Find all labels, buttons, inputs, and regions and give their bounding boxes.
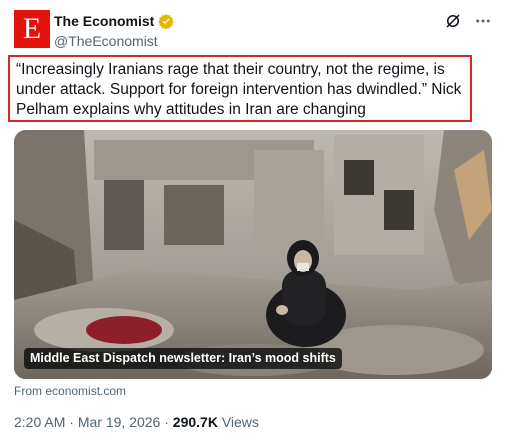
tweet-date[interactable]: Mar 19, 2026 <box>78 414 161 430</box>
views-label: Views <box>217 414 259 430</box>
tweet-header: E The Economist @TheEconomist <box>14 10 494 50</box>
source-prefix: From <box>14 384 46 398</box>
media-caption: Middle East Dispatch newsletter: Iran’s … <box>24 348 342 369</box>
meta-separator: · <box>160 414 173 430</box>
tweet-media[interactable]: Middle East Dispatch newsletter: Iran’s … <box>14 130 492 379</box>
tweet-text: “Increasingly Iranians rage that their c… <box>8 55 472 122</box>
link-source[interactable]: From economist.com <box>14 384 126 398</box>
avatar[interactable]: E <box>14 10 50 48</box>
tweet-time[interactable]: 2:20 AM <box>14 414 65 430</box>
source-domain[interactable]: economist.com <box>45 384 126 398</box>
author-handle[interactable]: @TheEconomist <box>54 32 174 50</box>
avatar-letter: E <box>22 12 42 45</box>
author-name-row[interactable]: The Economist <box>54 12 175 30</box>
tweet-meta: 2:20 AM · Mar 19, 2026 · 290.7K Views <box>14 412 259 432</box>
grok-icon[interactable] <box>444 12 462 30</box>
meta-separator: · <box>65 414 78 430</box>
display-name[interactable]: The Economist <box>54 12 154 30</box>
tweet-card: E The Economist @TheEconomist “Increasin… <box>0 0 508 445</box>
author-info: The Economist @TheEconomist <box>54 12 175 50</box>
media-photo <box>14 130 492 379</box>
views-count[interactable]: 290.7K <box>173 414 218 430</box>
verified-badge-icon <box>158 14 175 29</box>
more-icon[interactable] <box>474 12 492 30</box>
